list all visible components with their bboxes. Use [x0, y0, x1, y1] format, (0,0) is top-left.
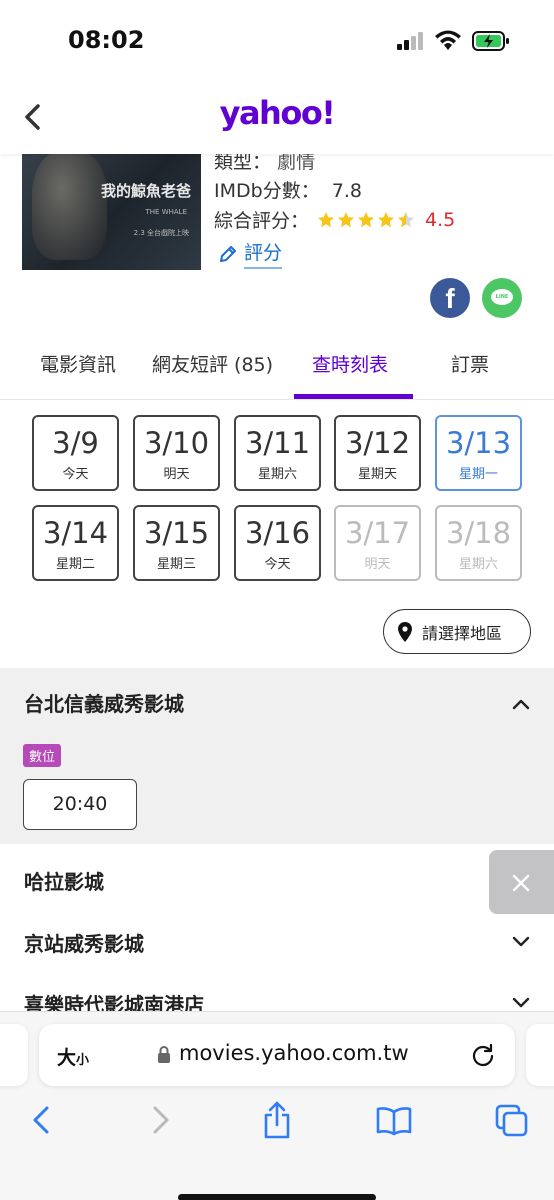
bookmarks-icon[interactable]	[376, 1106, 412, 1136]
reload-icon[interactable]	[470, 1042, 496, 1068]
weekday-text: 今天	[62, 467, 89, 482]
rate-label: 評分	[244, 238, 283, 269]
cellular-signal-icon	[397, 32, 423, 50]
date-button[interactable]: 3/14 星期二	[32, 505, 119, 581]
weekday-text: 明天	[163, 467, 190, 482]
type-value: 劇情	[277, 151, 316, 173]
date-button[interactable]: 3/16 今天	[234, 505, 321, 581]
date-text: 3/9	[52, 426, 99, 460]
theater-name[interactable]: 台北信義威秀影城	[24, 688, 184, 717]
star-icon	[338, 211, 355, 227]
date-button[interactable]: 3/15 星期三	[133, 505, 220, 581]
movie-tabs: 電影資訊 網友短評 (85) 查時刻表 訂票	[0, 336, 554, 400]
tab-showtimes[interactable]: 查時刻表	[312, 350, 388, 377]
forward-icon[interactable]	[150, 1104, 172, 1136]
date-button[interactable]: 3/12 星期天	[334, 415, 421, 491]
date-text: 3/18	[445, 516, 512, 550]
url-text: movies.yahoo.com.tw	[179, 1041, 409, 1065]
star-icon	[398, 211, 415, 227]
pencil-icon	[220, 245, 236, 262]
poster-subtitle: THE WHALE	[145, 208, 187, 216]
weekday-text: 星期六	[458, 557, 498, 572]
imdb-row: IMDb分數： 7.8	[214, 176, 362, 203]
date-button-selected[interactable]: 3/13 星期一	[435, 415, 522, 491]
score-row: 綜合評分： 4.5	[214, 206, 455, 233]
select-region-label: 請選擇地區	[422, 623, 503, 643]
theater-name[interactable]: 京站威秀影城	[24, 928, 144, 957]
date-button-disabled: 3/17 明天	[334, 505, 421, 581]
facebook-icon: f	[445, 283, 455, 314]
battery-charging-icon	[472, 31, 509, 51]
tab-tickets[interactable]: 訂票	[451, 350, 489, 377]
text-size-small: 小	[76, 1053, 90, 1068]
showtime-button[interactable]: 20:40	[23, 779, 137, 830]
date-text: 3/14	[42, 516, 109, 550]
poster-release-text: 2.3 全台戲院上映	[133, 229, 189, 237]
share-icon[interactable]	[261, 1100, 293, 1140]
yahoo-logo[interactable]: yahoo!	[0, 94, 554, 132]
rate-button[interactable]: 評分	[218, 238, 283, 269]
status-time: 08:02	[68, 26, 145, 54]
date-text: 3/11	[244, 426, 311, 460]
facebook-share-button[interactable]: f	[430, 278, 470, 318]
score-value: 4.5	[425, 208, 456, 231]
address-bar[interactable]: 大小 movies.yahoo.com.tw	[39, 1024, 515, 1086]
weekday-text: 星期一	[458, 467, 498, 482]
active-tab-indicator	[294, 394, 413, 399]
star-icon	[378, 211, 395, 227]
score-label: 綜合評分：	[214, 210, 310, 232]
weekday-text: 星期六	[257, 467, 297, 482]
date-text: 3/10	[143, 426, 210, 460]
poster-title: 我的鯨魚老爸	[100, 182, 191, 200]
tabs-icon[interactable]	[495, 1104, 529, 1138]
close-floating-button[interactable]	[489, 850, 554, 914]
date-text: 3/15	[143, 516, 210, 550]
theater-name[interactable]: 哈拉影城	[24, 866, 104, 895]
date-button[interactable]: 3/10 明天	[133, 415, 220, 491]
tab-user-reviews[interactable]: 網友短評 (85)	[152, 350, 273, 377]
weekday-text: 星期三	[156, 557, 196, 572]
date-text: 3/13	[445, 426, 512, 460]
theater-section-expanded: 台北信義威秀影城 數位 20:40	[0, 668, 554, 844]
weekday-text: 今天	[264, 557, 291, 572]
star-icon	[358, 211, 375, 227]
line-share-button[interactable]: LINE	[482, 278, 522, 318]
text-size-button[interactable]: 大小	[57, 1043, 89, 1070]
status-bar: 08:02	[0, 0, 554, 80]
line-icon: LINE	[491, 289, 513, 305]
wifi-icon	[435, 30, 461, 50]
format-badge: 數位	[23, 744, 62, 767]
date-text: 3/16	[244, 516, 311, 550]
top-nav-bar: yahoo!	[0, 80, 554, 154]
chevron-up-icon[interactable]	[511, 698, 531, 710]
star-icon	[318, 211, 335, 227]
imdb-value: 7.8	[331, 180, 362, 202]
chevron-down-icon[interactable]	[511, 936, 531, 948]
date-text: 3/12	[344, 426, 411, 460]
previous-tab-preview[interactable]	[0, 1024, 28, 1086]
browser-toolbar: 大小 movies.yahoo.com.tw	[0, 1012, 554, 1200]
weekday-text: 明天	[364, 557, 391, 572]
tab-movie-info[interactable]: 電影資訊	[40, 350, 116, 377]
home-indicator	[178, 1194, 376, 1200]
type-label: 類型：	[214, 151, 272, 173]
next-tab-preview[interactable]	[526, 1024, 554, 1086]
rating-stars	[317, 211, 415, 229]
location-pin-icon	[398, 621, 412, 642]
text-size-large: 大	[57, 1047, 77, 1069]
date-text: 3/17	[344, 516, 411, 550]
select-region-button[interactable]: 請選擇地區	[383, 609, 531, 654]
date-button-disabled: 3/18 星期六	[435, 505, 522, 581]
close-icon	[512, 874, 530, 892]
date-button[interactable]: 3/11 星期六	[234, 415, 321, 491]
date-button[interactable]: 3/9 今天	[32, 415, 119, 491]
imdb-label: IMDb分數：	[214, 180, 320, 202]
weekday-text: 星期二	[55, 557, 95, 572]
weekday-text: 星期天	[357, 467, 397, 482]
chevron-down-icon[interactable]	[511, 997, 531, 1009]
back-icon[interactable]	[30, 1104, 52, 1136]
lock-icon	[158, 1046, 170, 1063]
